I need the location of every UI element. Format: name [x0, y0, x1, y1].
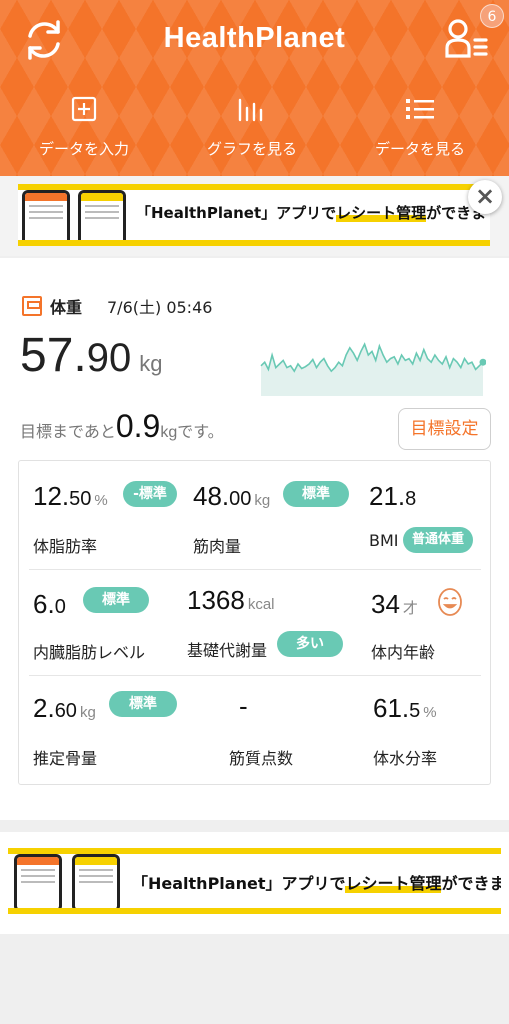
goal-settings-button[interactable]: 目標設定	[398, 408, 491, 450]
muscle-quality-label: 筋質点数	[229, 749, 294, 768]
divider	[29, 675, 481, 676]
bone-mass-label: 推定骨量	[33, 749, 98, 768]
goal-remaining: 目標まであと0.9kgです。	[20, 408, 224, 444]
close-banner-button[interactable]: ×	[468, 180, 502, 214]
scale-icon	[22, 296, 42, 316]
body-water-label: 体水分率	[373, 749, 438, 768]
muscle-label: 筋肉量	[193, 537, 242, 556]
nav-input-label: データを入力	[38, 140, 129, 158]
visceral-fat-badge: 標準	[83, 587, 149, 613]
visceral-fat-value: 6.0	[33, 589, 66, 619]
bone-mass-value: 2.60 kg	[33, 693, 96, 723]
nav-view-graph[interactable]: グラフを見る	[182, 96, 322, 159]
promo-banner-bottom[interactable]: 「HealthPlanet」アプリでレシート管理ができます!	[8, 848, 501, 914]
phone-image	[22, 190, 70, 240]
app-header: HealthPlanet 6 データを入力 グラフを見る データを見る	[0, 0, 509, 176]
weight-value: 57.90 kg	[20, 329, 163, 382]
phone-image	[78, 190, 126, 240]
nav-graph-label: グラフを見る	[206, 140, 297, 158]
muscle-badge: 標準	[283, 481, 349, 507]
body-fat-label: 体脂肪率	[33, 537, 98, 556]
body-fat-badge: -標準	[123, 481, 177, 507]
bmr-value: 1368 kcal	[187, 585, 275, 615]
bmr-badge: 多い	[277, 631, 343, 657]
phone-image	[14, 854, 62, 908]
weight-trend-sparkline[interactable]	[260, 324, 486, 396]
plus-square-icon	[71, 96, 97, 122]
visceral-fat-label: 内臓脂肪レベル	[33, 643, 146, 662]
weight-title: 体重	[22, 294, 82, 318]
nav-input-data[interactable]: データを入力	[14, 96, 154, 159]
bone-mass-badge: 標準	[109, 691, 177, 717]
divider	[29, 569, 481, 570]
bmi-value: 21.8	[369, 481, 417, 511]
bmr-label: 基礎代謝量	[187, 641, 268, 660]
body-age-value: 34 才	[371, 589, 418, 619]
banner-text: 「HealthPlanet」アプリでレシート管理ができます!	[132, 874, 501, 893]
body-metrics-panel: 12.50% -標準 体脂肪率 48.00 kg 標準 筋肉量 21.8 BMI …	[18, 460, 491, 785]
list-icon	[406, 99, 434, 119]
muscle-quality-value: -	[239, 691, 248, 721]
muscle-value: 48.00 kg	[193, 481, 271, 511]
measurement-date: 7/6(土) 05:46	[107, 298, 213, 317]
notification-badge: 6	[480, 4, 504, 28]
phone-image	[72, 854, 120, 908]
body-fat-value: 12.50%	[33, 481, 108, 511]
app-title: HealthPlanet	[163, 22, 346, 54]
bmi-label: BMI	[369, 531, 399, 550]
weight-card: 体重 7/6(土) 05:46 57.90 kg 目標まであと0.9kgです。 目…	[0, 258, 509, 820]
body-age-label: 体内年齢	[371, 643, 436, 662]
face-icon	[438, 588, 462, 616]
banner-text: 「HealthPlanet」アプリでレシート管理ができます!	[136, 204, 490, 222]
bmi-badge: 普通体重	[403, 527, 473, 553]
nav-view-data[interactable]: データを見る	[350, 96, 490, 159]
bar-graph-icon	[238, 98, 263, 122]
body-water-value: 61.5%	[373, 693, 437, 723]
nav-data-label: データを見る	[374, 140, 465, 158]
promo-banner-top[interactable]: 「HealthPlanet」アプリでレシート管理ができます!	[18, 184, 490, 246]
